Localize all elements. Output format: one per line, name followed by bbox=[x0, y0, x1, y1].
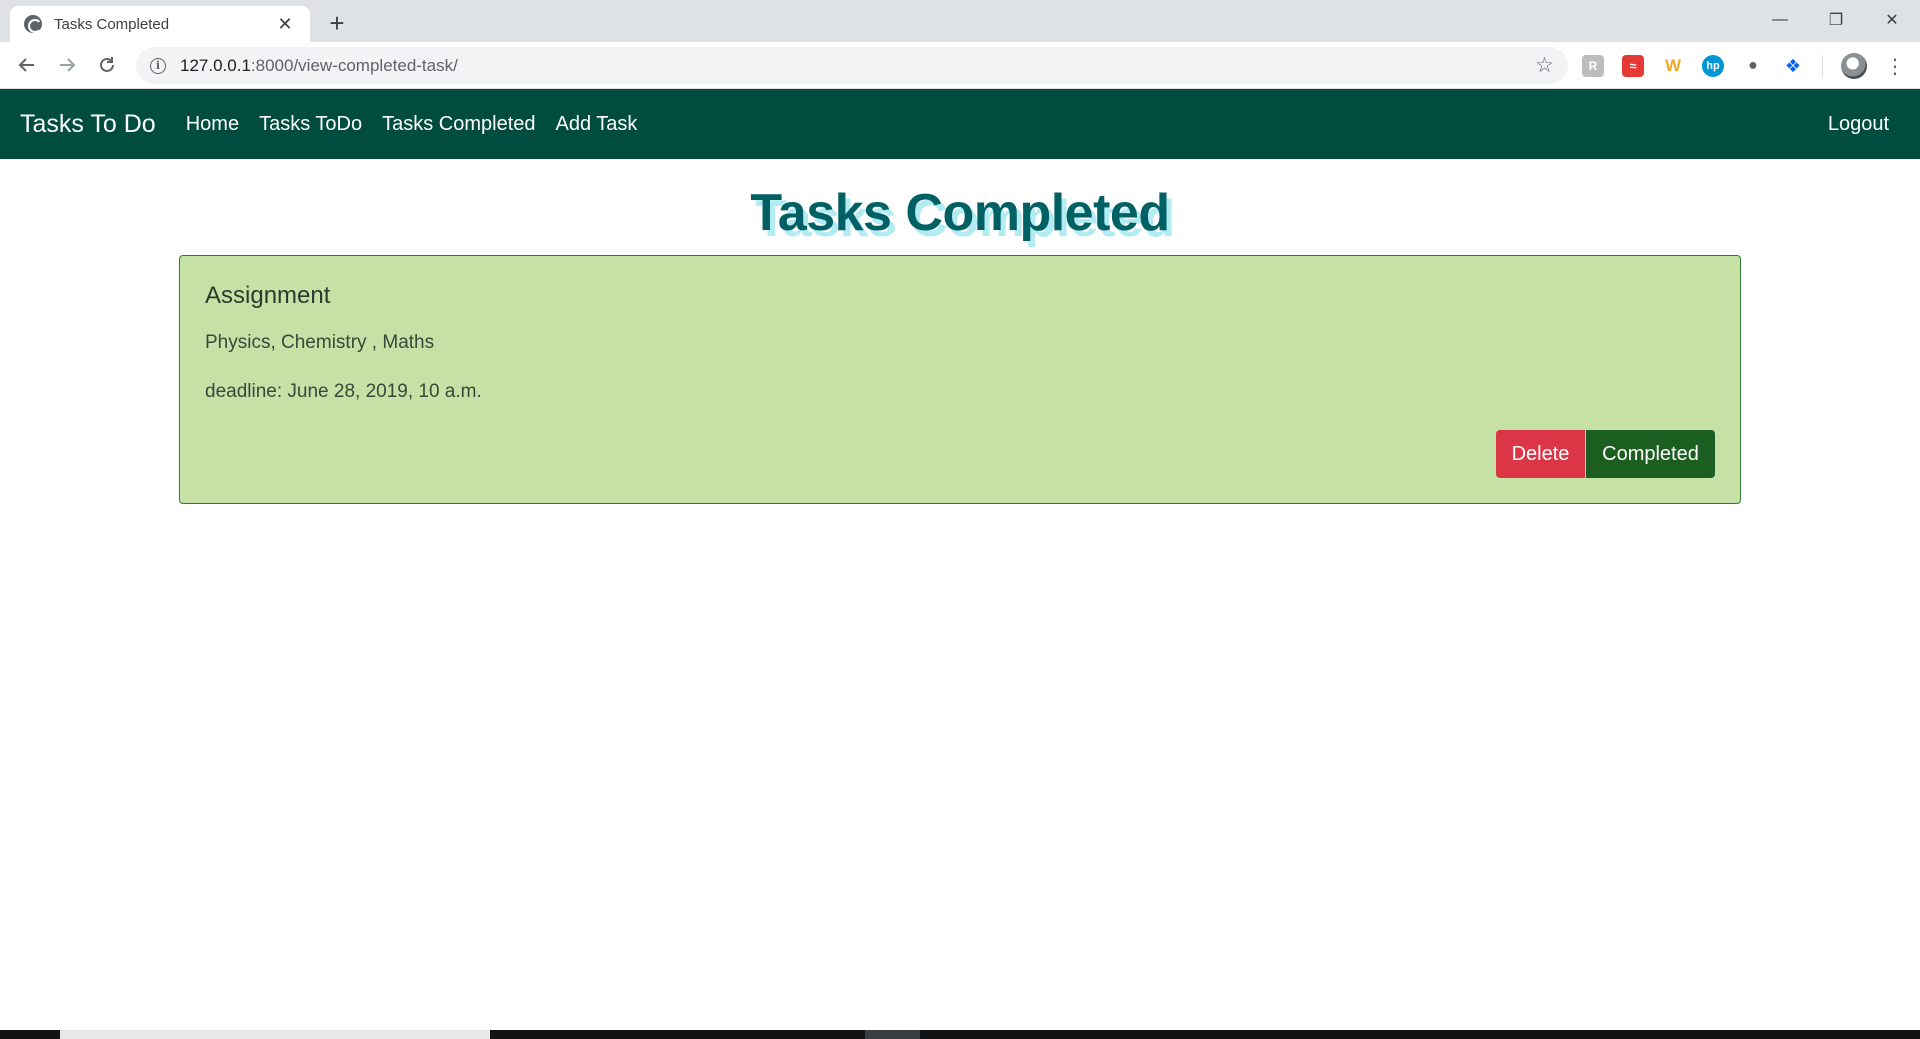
tab-close-icon[interactable]: ✕ bbox=[274, 14, 296, 35]
url-host: 127.0.0.1 bbox=[180, 55, 251, 75]
browser-tabstrip: Tasks Completed ✕ + — ❐ ✕ bbox=[0, 0, 1920, 42]
task-deadline: deadline: June 28, 2019, 10 a.m. bbox=[205, 381, 482, 402]
bookmark-star-icon[interactable]: ☆ bbox=[1535, 53, 1554, 78]
taskbar-app[interactable] bbox=[865, 1030, 920, 1039]
minimize-button[interactable]: — bbox=[1752, 0, 1808, 40]
ext-dropbox-icon[interactable]: ❖ bbox=[1782, 55, 1804, 77]
forward-arrow-icon[interactable] bbox=[50, 48, 84, 82]
logout-link[interactable]: Logout bbox=[1828, 113, 1889, 136]
browser-tab[interactable]: Tasks Completed ✕ bbox=[10, 6, 310, 42]
info-icon[interactable]: i bbox=[150, 57, 166, 74]
os-taskbar bbox=[0, 1030, 1920, 1039]
profile-avatar[interactable] bbox=[1841, 53, 1867, 79]
brand-link[interactable]: Tasks To Do bbox=[20, 110, 156, 139]
ext-bookmark-icon[interactable]: R bbox=[1582, 55, 1604, 77]
ext-w-icon[interactable]: W bbox=[1662, 55, 1684, 77]
window-controls: — ❐ ✕ bbox=[1752, 0, 1920, 40]
delete-button[interactable]: Delete bbox=[1496, 430, 1585, 478]
task-title: Assignment bbox=[205, 282, 331, 309]
url-path: :8000/view-completed-task/ bbox=[250, 55, 458, 75]
url-text[interactable]: 127.0.0.1:8000/view-completed-task/ bbox=[180, 56, 1535, 76]
task-description: Physics, Chemistry , Maths bbox=[205, 332, 435, 353]
reload-icon[interactable] bbox=[90, 48, 124, 82]
page-title: Tasks Completed bbox=[750, 184, 1170, 242]
nav-link-tasks-todo[interactable]: Tasks ToDo bbox=[259, 113, 362, 136]
new-tab-button[interactable]: + bbox=[322, 8, 352, 38]
ext-hp-icon[interactable]: hp bbox=[1702, 55, 1724, 77]
site-navbar: Tasks To Do Home Tasks ToDo Tasks Comple… bbox=[0, 89, 1920, 159]
restore-button[interactable]: ❐ bbox=[1808, 0, 1864, 40]
ext-circle-icon[interactable]: ● bbox=[1742, 55, 1764, 77]
task-actions: Delete Completed bbox=[1496, 430, 1715, 478]
ext-pdf-icon[interactable]: ≈ bbox=[1622, 55, 1644, 77]
toolbar-divider bbox=[1822, 55, 1823, 77]
completed-button[interactable]: Completed bbox=[1586, 430, 1715, 478]
window-close-button[interactable]: ✕ bbox=[1864, 0, 1920, 40]
nav-link-add-task[interactable]: Add Task bbox=[556, 113, 638, 136]
tab-title: Tasks Completed bbox=[54, 15, 170, 33]
extensions-area: R ≈ W hp ● ❖ ⋮ bbox=[1582, 53, 1905, 79]
menu-dots-icon[interactable]: ⋮ bbox=[1885, 54, 1905, 79]
nav-link-home[interactable]: Home bbox=[186, 113, 239, 136]
nav-link-tasks-completed[interactable]: Tasks Completed bbox=[382, 113, 535, 136]
browser-toolbar: i 127.0.0.1:8000/view-completed-task/ ☆ … bbox=[0, 42, 1920, 89]
address-bar[interactable]: i 127.0.0.1:8000/view-completed-task/ ☆ bbox=[136, 47, 1568, 84]
back-arrow-icon[interactable] bbox=[10, 48, 44, 82]
taskbar-app[interactable] bbox=[60, 1030, 490, 1039]
globe-icon bbox=[24, 15, 42, 33]
task-card: Assignment Physics, Chemistry , Maths de… bbox=[179, 255, 1741, 504]
